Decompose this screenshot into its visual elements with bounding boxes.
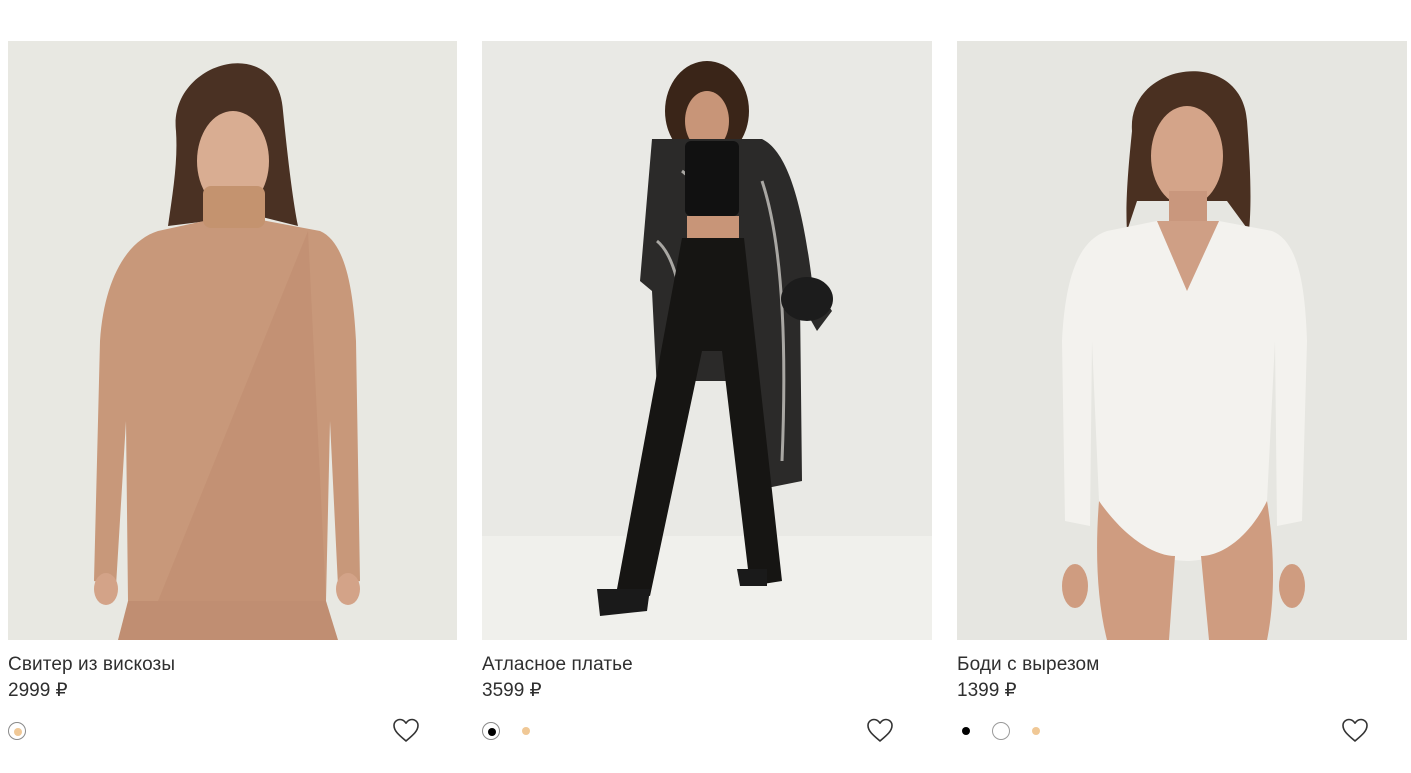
product-price: 1399 ₽: [957, 680, 1017, 701]
product-price: 3599 ₽: [482, 680, 542, 701]
heart-outline-icon: [393, 718, 419, 742]
heart-outline-icon: [1342, 718, 1368, 742]
color-swatch-black[interactable]: [957, 722, 975, 740]
product-card: Боди с вырезом 1399 ₽: [957, 41, 1407, 742]
product-card: Атласное платье 3599 ₽: [482, 41, 932, 742]
color-swatch-camel[interactable]: [8, 722, 26, 740]
product-image[interactable]: [957, 41, 1407, 640]
product-title[interactable]: Свитер из вискозы: [8, 653, 175, 677]
product-title[interactable]: Атласное платье: [482, 653, 633, 677]
product-grid: Свитер из вискозы 2999 ₽ Атласное платье…: [0, 0, 1411, 773]
favorite-button[interactable]: [1340, 716, 1370, 744]
heart-outline-icon: [867, 718, 893, 742]
product-photo-dress: [482, 41, 932, 640]
product-price: 2999 ₽: [8, 680, 68, 701]
color-swatch-beige[interactable]: [517, 722, 535, 740]
product-card: Свитер из вискозы 2999 ₽: [8, 41, 457, 742]
color-swatch-black[interactable]: [482, 722, 500, 740]
favorite-button[interactable]: [865, 716, 895, 744]
product-photo-bodysuit: [957, 41, 1407, 640]
product-image[interactable]: [8, 41, 457, 640]
color-swatch-beige[interactable]: [1027, 722, 1045, 740]
color-swatch-white[interactable]: [992, 722, 1010, 740]
favorite-button[interactable]: [391, 716, 421, 744]
product-image[interactable]: [482, 41, 932, 640]
product-photo-sweater: [8, 41, 457, 640]
product-title[interactable]: Боди с вырезом: [957, 653, 1099, 677]
